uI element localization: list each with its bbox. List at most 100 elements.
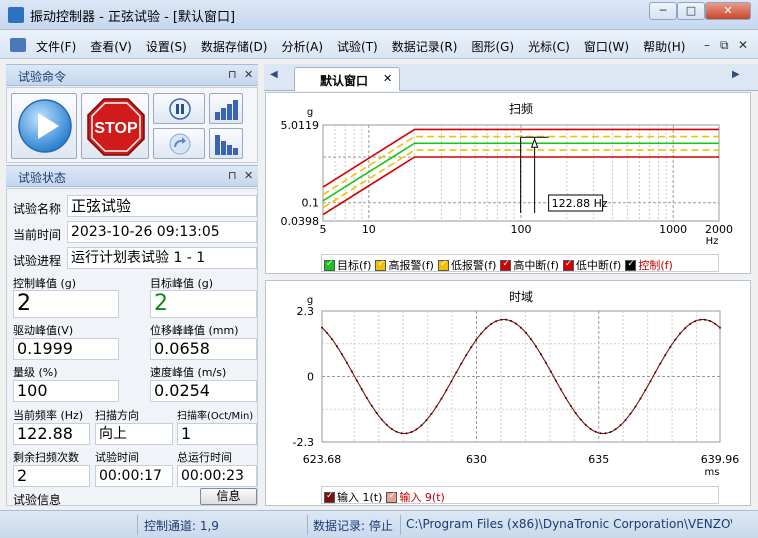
- tab-scroll-right-icon[interactable]: ▶: [732, 69, 740, 80]
- mdi-close-button[interactable]: ✕: [738, 38, 748, 52]
- menu-view[interactable]: 查看(V): [90, 38, 132, 55]
- close-button[interactable]: ✕: [705, 2, 751, 20]
- menu-test[interactable]: 试验(T): [337, 38, 378, 55]
- legend-item[interactable]: 目标(f): [324, 257, 371, 273]
- target-peak-value: 2: [150, 290, 257, 318]
- data-point: [380, 418, 383, 421]
- mdi-restore-button[interactable]: ⧉: [720, 38, 729, 53]
- data-point: [440, 397, 443, 400]
- legend-checkbox[interactable]: [386, 491, 398, 503]
- menu-settings[interactable]: 设置(S): [146, 38, 187, 55]
- legend-label: 高报警(f): [388, 259, 434, 272]
- y-tick-label: 2.3: [297, 305, 315, 318]
- menu-window[interactable]: 窗口(W): [584, 38, 629, 55]
- chart-title: 扫频: [509, 102, 533, 116]
- maximize-button[interactable]: □: [677, 2, 705, 20]
- level-value: 100: [13, 380, 119, 402]
- legend-checkbox[interactable]: [562, 259, 574, 271]
- mdi-minimize-button[interactable]: –: [704, 38, 710, 52]
- legend-checkbox[interactable]: [324, 491, 335, 503]
- data-point: [539, 353, 542, 356]
- stop-button[interactable]: STOP: [81, 93, 149, 159]
- data-point: [619, 424, 622, 427]
- legend-item[interactable]: 输入 9(t): [386, 489, 445, 505]
- total-runtime-label: 总运行时间: [177, 451, 232, 464]
- start-button[interactable]: [11, 93, 77, 159]
- data-point: [529, 338, 532, 341]
- menu-data-record[interactable]: 数据记录(R): [392, 38, 458, 55]
- current-frequency-label: 当前频率 (Hz): [13, 409, 84, 422]
- x-tick-label: 1000: [659, 223, 687, 236]
- title-bar: 振动控制器 - 正弦试验 - [默认窗口] ─ □ ✕: [0, 0, 758, 30]
- menu-help[interactable]: 帮助(H): [643, 38, 685, 55]
- data-point: [460, 362, 463, 365]
- y-tick-label: 5.0119: [281, 119, 320, 132]
- pause-button[interactable]: [153, 93, 205, 124]
- pin-icon[interactable]: ⊓: [228, 68, 237, 81]
- chart-title: 时域: [509, 290, 533, 304]
- close-icon[interactable]: ✕: [244, 169, 253, 182]
- legend-checkbox[interactable]: [375, 259, 387, 271]
- tab-close-icon[interactable]: ✕: [383, 72, 392, 85]
- legend-checkbox[interactable]: [324, 259, 335, 271]
- menu-file[interactable]: 文件(F): [36, 38, 76, 55]
- close-icon[interactable]: ✕: [244, 68, 253, 81]
- data-point: [445, 389, 448, 392]
- level-up-button[interactable]: [209, 93, 243, 124]
- test-status-title: 试验状态: [18, 171, 67, 185]
- pin-icon[interactable]: ⊓: [228, 169, 237, 182]
- data-point: [435, 405, 438, 408]
- tab-default-window[interactable]: 默认窗口 ✕: [294, 67, 400, 91]
- menu-analysis[interactable]: 分析(A): [281, 38, 323, 55]
- data-point: [420, 424, 423, 427]
- current-time-value: 2023-10-26 09:13:05: [67, 221, 257, 243]
- data-point: [465, 354, 468, 357]
- data-point: [425, 419, 428, 422]
- legend-item[interactable]: 低报警(f): [437, 257, 496, 273]
- legend-item[interactable]: 控制(f): [625, 257, 673, 273]
- stop-label: STOP: [94, 120, 138, 137]
- tab-scroll-left-icon[interactable]: ◀: [270, 69, 278, 80]
- sweep-rate-label: 扫描率(Oct/Min): [177, 411, 254, 422]
- data-point: [490, 323, 493, 326]
- test-progress-label: 试验进程: [13, 254, 62, 268]
- menu-bar: 文件(F) 查看(V) 设置(S) 数据存储(D) 分析(A) 试验(T) 数据…: [0, 31, 758, 59]
- minimize-button[interactable]: ─: [649, 2, 677, 20]
- x-tick-label: 100: [511, 223, 532, 236]
- info-button[interactable]: 信息: [200, 488, 257, 505]
- data-point: [520, 326, 522, 329]
- document-icon[interactable]: [10, 38, 26, 52]
- legend-item[interactable]: 高中断(f): [500, 257, 559, 273]
- data-point: [335, 345, 338, 348]
- status-separator: [400, 515, 401, 535]
- time-domain-chart[interactable]: 时域gms623.68 630 635 639.962.30-2.3: [266, 281, 752, 483]
- legend-label: 输入 9(t): [399, 491, 445, 504]
- sweep-direction-label: 扫描方向: [95, 409, 139, 422]
- data-point: [699, 318, 702, 321]
- data-point: [579, 418, 582, 421]
- data-point: [390, 427, 393, 430]
- legend-item[interactable]: 输入 1(t): [324, 489, 382, 505]
- control-channel-status: 控制通道: 1,9: [144, 519, 219, 533]
- test-status-header: 试验状态 ⊓ ✕: [6, 165, 258, 187]
- legend-checkbox[interactable]: [437, 259, 449, 271]
- data-point: [554, 379, 557, 382]
- legend-item[interactable]: 高报警(f): [375, 257, 434, 273]
- menu-cursor[interactable]: 光标(C): [528, 38, 570, 55]
- level-down-button[interactable]: [209, 128, 243, 159]
- drive-peak-label: 驱动峰值(V): [13, 324, 74, 337]
- legend-checkbox[interactable]: [625, 259, 637, 271]
- continue-button[interactable]: [153, 128, 205, 159]
- menu-data-storage[interactable]: 数据存储(D): [201, 38, 268, 55]
- legend-label: 控制(f): [638, 259, 673, 272]
- data-point: [574, 412, 577, 415]
- data-point: [455, 371, 458, 374]
- sweep-chart[interactable]: 扫频 g Hz 5 10 100 1000 2000 5.0119 0.1 0.0398 122.88…: [266, 93, 752, 251]
- current-frequency-value: 122.88: [13, 423, 90, 445]
- data-point: [385, 423, 388, 426]
- menu-graph[interactable]: 图形(G): [471, 38, 514, 55]
- legend-item[interactable]: 低中断(f): [562, 257, 621, 273]
- window-title: 振动控制器 - 正弦试验 - [默认窗口]: [30, 10, 236, 25]
- data-point: [395, 430, 398, 433]
- legend-checkbox[interactable]: [500, 259, 512, 271]
